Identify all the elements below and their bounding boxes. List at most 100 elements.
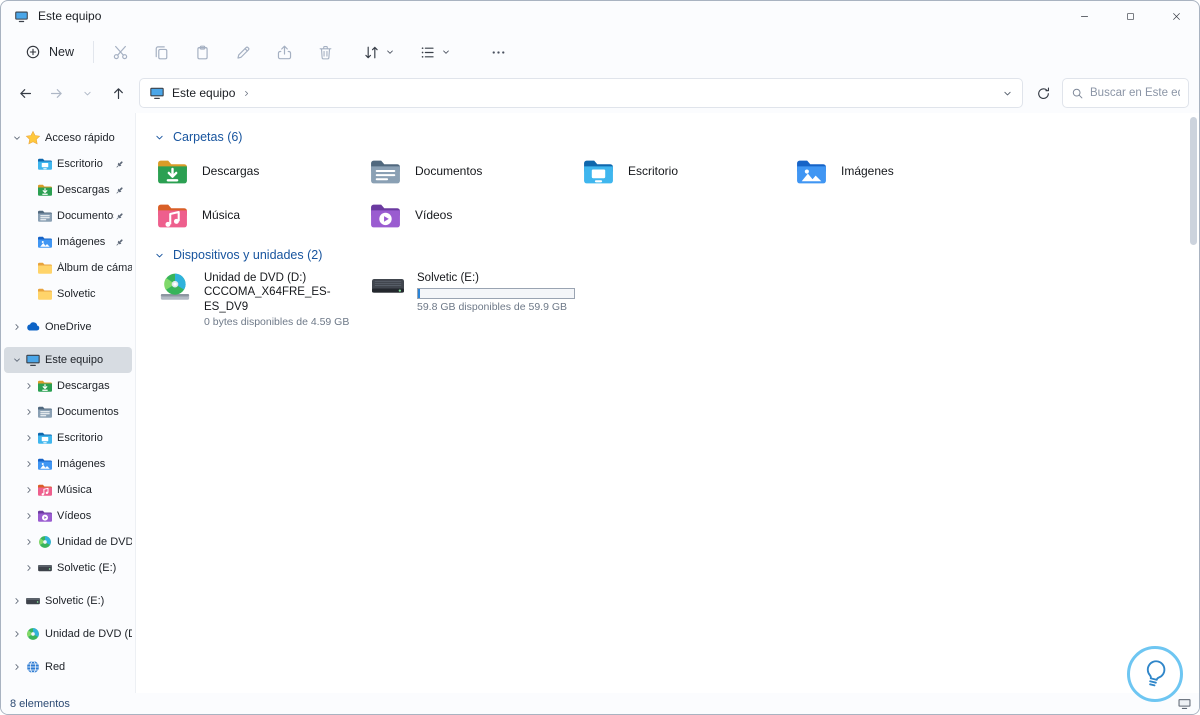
sidebar-item-descargas[interactable]: Descargas bbox=[4, 373, 132, 399]
chevron-right-icon[interactable] bbox=[23, 510, 34, 522]
sidebar-item-videos[interactable]: Vídeos bbox=[4, 503, 132, 529]
view-button[interactable] bbox=[411, 36, 459, 68]
refresh-icon bbox=[1036, 86, 1051, 101]
chevron-down-icon bbox=[385, 47, 395, 57]
scrollbar-thumb[interactable] bbox=[1190, 117, 1197, 245]
section-header[interactable]: Carpetas (6) bbox=[154, 127, 1199, 147]
rename-button[interactable] bbox=[226, 36, 261, 68]
arrow-left-icon bbox=[18, 86, 33, 101]
section-header[interactable]: Dispositivos y unidades (2) bbox=[154, 245, 1199, 265]
sidebar-item-label: Solvetic bbox=[57, 288, 96, 300]
up-button[interactable] bbox=[104, 79, 133, 108]
chevron-right-icon[interactable] bbox=[23, 562, 34, 574]
file-item-escritorio[interactable]: Escritorio bbox=[580, 153, 793, 189]
delete-button[interactable] bbox=[308, 36, 343, 68]
address-row: Este equipo bbox=[1, 73, 1199, 113]
file-item-text: Solvetic (E:) 59.8 GB disponibles de 59.9… bbox=[417, 271, 575, 313]
chevron-right-icon[interactable] bbox=[23, 458, 34, 470]
sidebar-item-unidad-de-dvd-d[interactable]: Unidad de DVD (D:) bbox=[4, 621, 132, 647]
chevron-right-icon[interactable] bbox=[11, 661, 22, 673]
sidebar-item-documentos[interactable]: Documentos bbox=[4, 399, 132, 425]
back-button[interactable] bbox=[11, 79, 40, 108]
copy-button[interactable] bbox=[144, 36, 179, 68]
file-item-videos[interactable]: Vídeos bbox=[367, 197, 580, 233]
more-options-button[interactable] bbox=[481, 36, 516, 68]
hard-drive-icon bbox=[369, 271, 407, 303]
chevron-right-icon[interactable] bbox=[11, 595, 22, 607]
search-box[interactable] bbox=[1062, 78, 1189, 108]
chevron-down-icon[interactable] bbox=[11, 132, 22, 144]
paste-button[interactable] bbox=[185, 36, 220, 68]
address-dropdown-button[interactable] bbox=[1002, 88, 1013, 99]
sidebar-item-musica[interactable]: Música bbox=[4, 477, 132, 503]
sort-button[interactable] bbox=[355, 36, 403, 68]
cut-button[interactable] bbox=[103, 36, 138, 68]
chevron-right-icon[interactable] bbox=[23, 536, 34, 548]
copy-icon bbox=[153, 44, 170, 61]
downloads-folder-icon bbox=[37, 182, 53, 198]
chevron-down-icon[interactable] bbox=[11, 354, 22, 366]
refresh-button[interactable] bbox=[1029, 79, 1058, 108]
forward-button[interactable] bbox=[42, 79, 71, 108]
search-input[interactable] bbox=[1090, 87, 1180, 99]
title-bar[interactable]: Este equipo bbox=[1, 1, 1199, 31]
sidebar-item-documentos[interactable]: Documentos bbox=[4, 203, 132, 229]
file-item-documentos[interactable]: Documentos bbox=[367, 153, 580, 189]
chevron-right-icon[interactable] bbox=[11, 321, 22, 333]
file-item-descargas[interactable]: Descargas bbox=[154, 153, 367, 189]
downloads-folder-icon bbox=[156, 155, 189, 188]
chevron-right-icon[interactable] bbox=[23, 484, 34, 496]
file-item-unidad-de-dvd-d[interactable]: Unidad de DVD (D:) CCCOMA_X64FRE_ES-ES_DV… bbox=[154, 271, 367, 328]
section-carpetas-6: Carpetas (6) Descargas Documentos Escritori… bbox=[154, 127, 1199, 233]
sidebar-item-label: Acceso rápido bbox=[45, 132, 115, 144]
sidebar-item-escritorio[interactable]: Escritorio bbox=[4, 425, 132, 451]
recent-locations-button[interactable] bbox=[73, 79, 102, 108]
file-item-musica[interactable]: Música bbox=[154, 197, 367, 233]
new-button[interactable]: New bbox=[15, 38, 84, 66]
documents-folder-icon bbox=[37, 404, 53, 420]
file-item-imagenes[interactable]: Imágenes bbox=[793, 153, 1006, 189]
chevron-placeholder bbox=[23, 236, 34, 248]
sidebar-item-label: Imágenes bbox=[57, 236, 106, 248]
music-folder-icon bbox=[156, 199, 189, 232]
sidebar-item-escritorio[interactable]: Escritorio bbox=[4, 151, 132, 177]
chevron-right-icon[interactable] bbox=[23, 406, 34, 418]
address-bar[interactable]: Este equipo bbox=[139, 78, 1023, 108]
item-grid: Descargas Documentos Escritorio Imágenes Mús… bbox=[154, 153, 1199, 233]
chevron-placeholder bbox=[23, 210, 34, 222]
sidebar-item-label: Unidad de DVD (D: bbox=[57, 536, 132, 548]
sidebar-item-imagenes[interactable]: Imágenes bbox=[4, 451, 132, 477]
sidebar-item-solvetic-e[interactable]: Solvetic (E:) bbox=[4, 555, 132, 581]
maximize-button[interactable] bbox=[1107, 1, 1153, 31]
file-item-text: Imágenes bbox=[841, 164, 894, 179]
toolbar-divider bbox=[93, 41, 95, 63]
sidebar-item-label: Descargas bbox=[57, 184, 110, 196]
sidebar-item-unidad-de-dvd-d[interactable]: Unidad de DVD (D: bbox=[4, 529, 132, 555]
disk-usage-bar bbox=[417, 288, 575, 300]
breadcrumb-item[interactable]: Este equipo bbox=[172, 86, 235, 100]
sidebar-item-acceso-rapido[interactable]: Acceso rápido bbox=[4, 125, 132, 151]
chevron-down-icon bbox=[441, 47, 451, 57]
sidebar-item-onedrive[interactable]: OneDrive bbox=[4, 314, 132, 340]
sidebar-item-solvetic-e[interactable]: Solvetic (E:) bbox=[4, 588, 132, 614]
sidebar-item-album-de-camara[interactable]: Álbum de cámara bbox=[4, 255, 132, 281]
chevron-right-icon[interactable] bbox=[23, 380, 34, 392]
pin-icon bbox=[114, 211, 125, 222]
share-button[interactable] bbox=[267, 36, 302, 68]
scrollbar[interactable] bbox=[1190, 117, 1197, 689]
chevron-right-icon[interactable] bbox=[11, 628, 22, 640]
file-item-solvetic-e[interactable]: Solvetic (E:) 59.8 GB disponibles de 59.9… bbox=[367, 271, 580, 328]
toolbar-view-group bbox=[355, 36, 516, 68]
close-button[interactable] bbox=[1153, 1, 1199, 31]
explorer-body: Acceso rápido Escritorio Descargas Document… bbox=[1, 113, 1199, 693]
chevron-right-icon[interactable] bbox=[23, 432, 34, 444]
sidebar-item-imagenes[interactable]: Imágenes bbox=[4, 229, 132, 255]
sidebar-item-red[interactable]: Red bbox=[4, 654, 132, 680]
sidebar-item-solvetic[interactable]: Solvetic bbox=[4, 281, 132, 307]
sidebar-item-descargas[interactable]: Descargas bbox=[4, 177, 132, 203]
sidebar-item-este-equipo[interactable]: Este equipo bbox=[4, 347, 132, 373]
minimize-button[interactable] bbox=[1061, 1, 1107, 31]
section-dispositivos-y-unidades-2: Dispositivos y unidades (2) Unidad de DVD… bbox=[154, 245, 1199, 328]
sidebar-item-label: OneDrive bbox=[45, 321, 92, 333]
